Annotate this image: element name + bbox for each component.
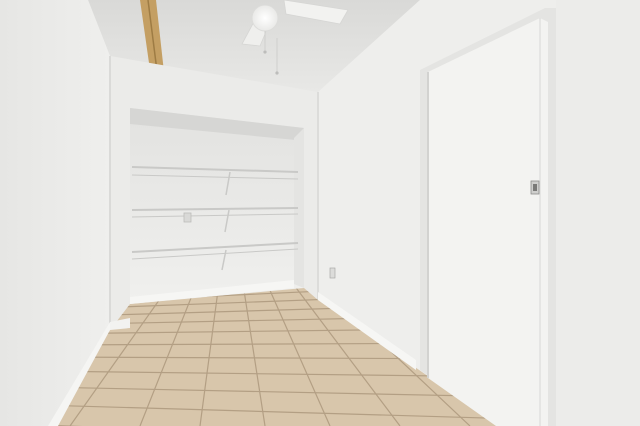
far-right-wall (556, 0, 640, 426)
wall-outlet (183, 212, 192, 223)
right-wall-outlet (329, 267, 336, 279)
room-photo (0, 0, 640, 426)
door-latch-hole-icon (533, 184, 537, 191)
door[interactable] (428, 18, 548, 426)
